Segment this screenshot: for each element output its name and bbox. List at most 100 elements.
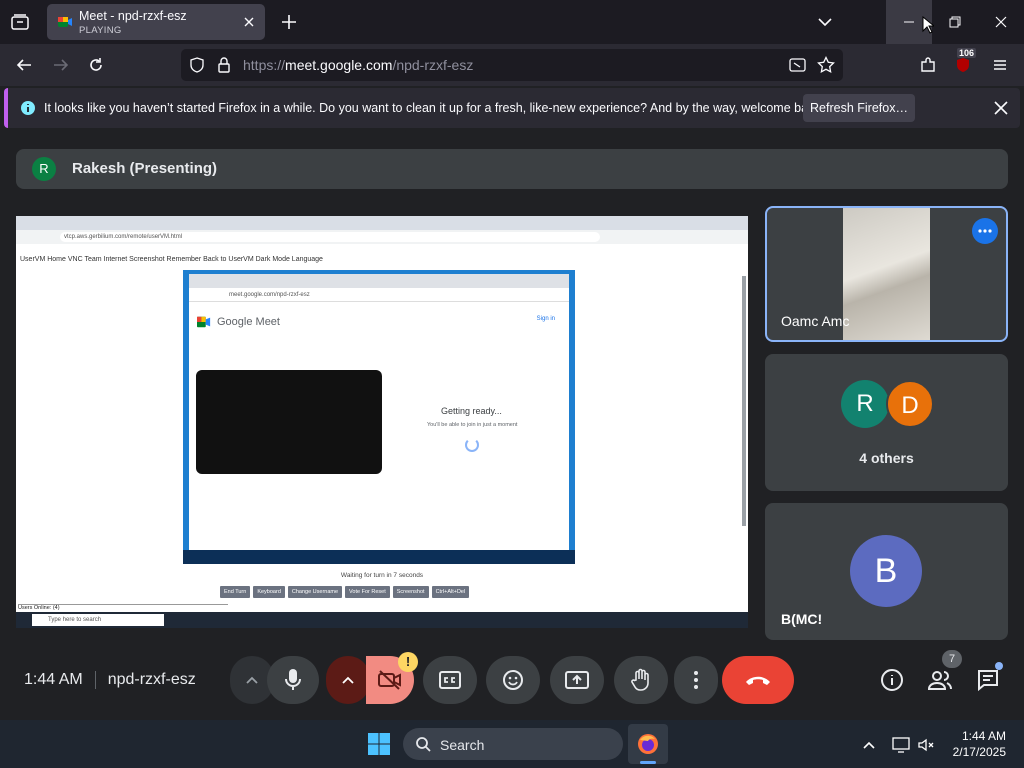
google-meet-logo-icon [197, 316, 211, 328]
refresh-firefox-notification: It looks like you haven’t started Firefo… [4, 88, 1020, 128]
ublock-extension-icon[interactable]: 106 [952, 48, 977, 76]
captions-button[interactable] [423, 656, 477, 704]
raise-hand-button[interactable] [614, 656, 668, 704]
loading-spinner-icon [465, 438, 479, 452]
url-bar[interactable]: https://meet.google.com/npd-rzxf-esz [181, 49, 843, 81]
camera-warning-badge: ! [398, 652, 418, 672]
participant-video [843, 208, 930, 340]
shared-vote-reset: Vote For Reset [345, 586, 390, 598]
show-hidden-icons-chevron-icon[interactable] [858, 734, 880, 756]
clock-date: 2/17/2025 [952, 745, 1006, 759]
back-arrow-icon[interactable] [13, 54, 35, 76]
leave-call-button[interactable] [722, 656, 794, 704]
windows-taskbar: Search 1:44 AM 2/17/2025 [0, 720, 1024, 768]
window-close-button[interactable] [978, 0, 1024, 44]
participant-name: B(MC! [781, 611, 823, 627]
system-clock[interactable]: 1:44 AM 2/17/2025 [946, 728, 1006, 760]
new-tab-icon[interactable] [279, 12, 299, 32]
people-button[interactable] [926, 666, 954, 694]
shared-video-preview [196, 370, 382, 474]
firefox-taskbar-icon[interactable] [628, 724, 668, 764]
forward-arrow-icon[interactable] [50, 54, 72, 76]
windows-search-box[interactable]: Search [403, 728, 623, 760]
browser-tab-bar: Meet - npd-rzxf-esz PLAYING [0, 0, 1024, 44]
meet-call-view: R Rakesh (Presenting) vtcp.aws.gerbilium… [0, 130, 1024, 720]
window-minimize-button[interactable] [886, 0, 934, 44]
reload-icon[interactable] [85, 54, 107, 76]
network-icon[interactable] [890, 734, 912, 756]
firefox-icon [638, 734, 658, 754]
shared-ctrl-alt-del: Ctrl+Alt+Del [431, 586, 470, 598]
meet-control-bar: 1:44 AM npd-rzxf-esz ! 7 [0, 646, 1024, 712]
emoji-icon [503, 670, 523, 690]
lock-icon[interactable] [217, 56, 231, 74]
info-icon [21, 101, 35, 115]
participant-name: Oamc Amc [781, 313, 850, 329]
shared-sign-in: Sign in [536, 316, 555, 322]
notification-close-icon[interactable] [992, 99, 1010, 117]
shared-inner-desktop: meet.google.com/npd-rzxf-esz Google Meet… [183, 270, 575, 564]
more-options-button[interactable] [674, 656, 718, 704]
firefox-view-icon[interactable] [6, 10, 34, 34]
shared-inner-window: meet.google.com/npd-rzxf-esz Google Meet… [189, 274, 569, 554]
chat-button[interactable] [974, 666, 1002, 694]
reactions-button[interactable] [486, 656, 540, 704]
meeting-code: npd-rzxf-esz [107, 671, 196, 689]
window-restore-button[interactable] [932, 0, 978, 44]
list-all-tabs-icon[interactable] [815, 12, 835, 32]
extensions-puzzle-icon[interactable] [917, 54, 939, 76]
microphone-button[interactable] [267, 656, 319, 704]
meeting-time: 1:44 AM [24, 671, 83, 689]
extension-badge-count: 106 [957, 48, 977, 58]
app-menu-hamburger-icon[interactable] [989, 54, 1011, 76]
participant-tile-others[interactable]: R D 4 others [765, 354, 1008, 491]
participant-tile-oamc[interactable]: Oamc Amc [765, 206, 1008, 342]
shared-address-bar: vtcp.aws.gerbilium.com/remote/userVM.htm… [16, 230, 748, 244]
shared-bookmarks: UserVM Home VNC Team Internet Screenshot… [20, 256, 323, 263]
camera-permission-icon[interactable] [789, 57, 807, 73]
windows-start-icon[interactable] [367, 732, 391, 756]
browser-nav-bar: https://meet.google.com/npd-rzxf-esz 106 [0, 44, 1024, 86]
more-options-icon[interactable] [972, 218, 998, 244]
chevron-up-icon [342, 676, 354, 684]
shared-screen[interactable]: vtcp.aws.gerbilium.com/remote/userVM.htm… [16, 216, 748, 628]
shared-windows-taskbar: Type here to search [16, 612, 748, 628]
others-count-label: 4 others [859, 450, 914, 466]
shared-inner-taskbar [183, 550, 575, 564]
shared-scrollbar [742, 276, 746, 526]
chat-icon [978, 670, 998, 692]
shared-end-turn: End Turn [220, 586, 251, 598]
camera-off-icon [378, 670, 401, 690]
shared-change-username: Change Username [287, 586, 343, 598]
volume-muted-icon[interactable] [915, 734, 937, 756]
participant-tile-b[interactable]: B B(MC! [765, 503, 1008, 640]
presenter-avatar: R [32, 157, 56, 181]
tracking-protection-shield-icon[interactable] [189, 57, 205, 73]
avatar: B [850, 535, 922, 607]
presenter-name: Rakesh (Presenting) [72, 160, 218, 177]
shared-screenshot: Screenshot [392, 586, 429, 598]
shared-browser-tabs [16, 216, 748, 230]
presenter-bar: R Rakesh (Presenting) [16, 149, 1008, 189]
chevron-up-icon [246, 676, 258, 684]
shared-button-row: End Turn Keyboard Change Username Vote F… [220, 586, 470, 598]
avatar: R [841, 380, 889, 428]
video-settings-button[interactable] [326, 656, 370, 704]
clock-time: 1:44 AM [961, 729, 1006, 743]
meeting-details-button[interactable] [878, 666, 906, 694]
active-app-indicator [640, 761, 656, 764]
shared-keyboard: Keyboard [253, 586, 285, 598]
bookmark-star-icon[interactable] [817, 56, 835, 74]
present-screen-button[interactable] [550, 656, 604, 704]
shared-meet-title: Google Meet [217, 316, 280, 328]
google-meet-icon [58, 17, 72, 27]
shared-ready-sub: You'll be able to join in just a moment [427, 422, 518, 428]
info-icon [881, 669, 903, 691]
tab-close-icon[interactable] [241, 14, 257, 30]
browser-tab-meet[interactable]: Meet - npd-rzxf-esz PLAYING [47, 4, 265, 40]
refresh-firefox-button[interactable]: Refresh Firefox… [803, 94, 915, 122]
more-vert-icon [694, 671, 698, 689]
present-screen-icon [565, 671, 589, 689]
meeting-time-and-code: 1:44 AM npd-rzxf-esz [24, 671, 196, 689]
tab-title: Meet - npd-rzxf-esz [79, 9, 187, 23]
